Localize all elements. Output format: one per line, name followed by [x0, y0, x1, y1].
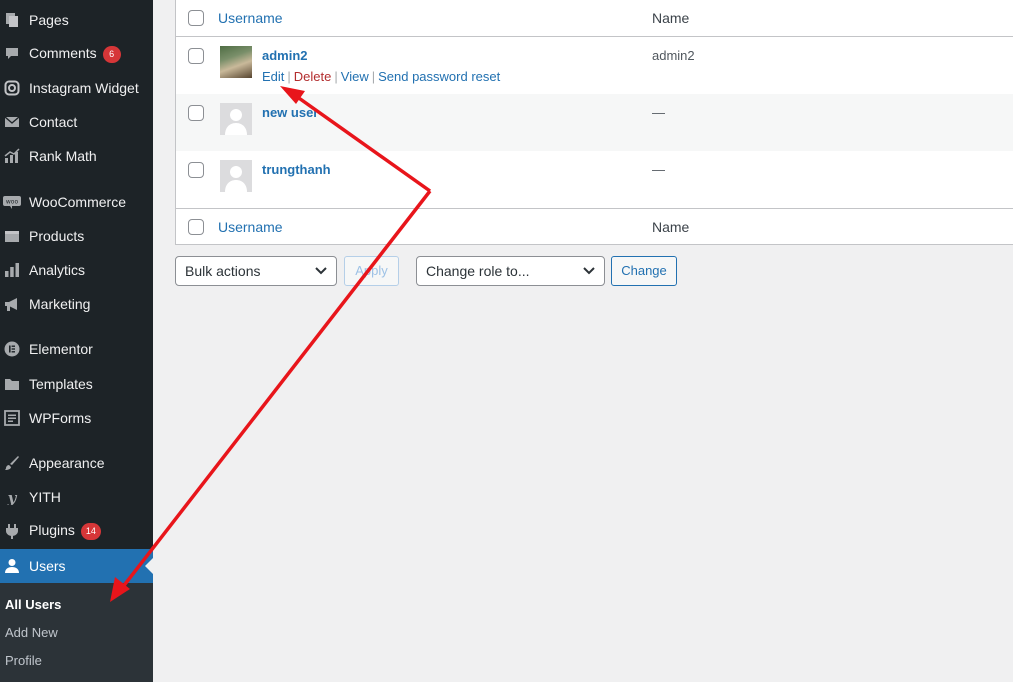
table-row: admin2 admin2 Edit | Delete | View | Send pass…	[176, 37, 1013, 94]
bulk-actions-value: Bulk actions	[185, 263, 261, 279]
table-footer-row: Username Name	[176, 208, 1013, 244]
yith-icon: y	[3, 488, 21, 506]
sidebar-item-label: Appearance	[29, 455, 105, 471]
edit-link[interactable]: Edit	[262, 69, 284, 84]
sidebar-item-pages[interactable]: Pages	[0, 3, 153, 37]
sidebar-item-label: WPForms	[29, 410, 92, 426]
username-link[interactable]: admin2	[262, 48, 308, 63]
wpforms-icon	[3, 409, 21, 427]
mail-icon	[3, 113, 21, 131]
username-column-footer[interactable]: Username	[218, 219, 283, 235]
row-checkbox[interactable]	[188, 48, 204, 64]
sidebar-item-label: Products	[29, 228, 85, 244]
chevron-down-icon	[315, 267, 327, 275]
separator: |	[371, 69, 376, 84]
sidebar-item-label: WooCommerce	[29, 194, 126, 210]
sidebar-item-label: YITH	[29, 489, 61, 505]
view-link[interactable]: View	[341, 69, 369, 84]
name-cell: admin2	[652, 48, 695, 63]
name-cell: —	[652, 162, 665, 177]
users-submenu: All Users Add New Profile	[0, 583, 153, 682]
sidebar-item-marketing[interactable]: Marketing	[0, 287, 153, 321]
sidebar-item-wpforms[interactable]: WPForms	[0, 401, 153, 435]
pages-icon	[3, 11, 21, 29]
sidebar-item-label: Comments	[29, 45, 97, 61]
plugins-count-badge: 14	[80, 523, 101, 540]
change-role-value: Change role to...	[426, 263, 530, 279]
sidebar-item-plugins[interactable]: Plugins 14	[0, 514, 153, 548]
sidebar-item-analytics[interactable]: Analytics	[0, 253, 153, 287]
avatar	[220, 103, 252, 135]
admin-sidebar: Pages Comments 6 Instagram Widget Contact…	[0, 0, 153, 682]
submenu-item-add-new[interactable]: Add New	[5, 625, 58, 640]
analytics-icon	[3, 261, 21, 279]
table-header-row: Username Name	[176, 0, 1013, 37]
select-all-checkbox[interactable]	[188, 10, 204, 26]
username-link[interactable]: new user	[262, 105, 318, 120]
bulk-actions-select[interactable]: Bulk actions	[175, 256, 337, 286]
username-link[interactable]: trungthanh	[262, 162, 331, 177]
sidebar-item-contact[interactable]: Contact	[0, 105, 153, 139]
sidebar-item-label: Templates	[29, 376, 93, 392]
apply-button[interactable]: Apply	[344, 256, 399, 286]
submenu-item-all-users[interactable]: All Users	[5, 597, 61, 612]
folder-icon	[3, 375, 21, 393]
change-role-select[interactable]: Change role to...	[416, 256, 605, 286]
sidebar-item-label: Analytics	[29, 262, 86, 278]
delete-link[interactable]: Delete	[294, 69, 332, 84]
sidebar-item-label: Pages	[29, 12, 69, 28]
name-cell: —	[652, 105, 665, 120]
sidebar-item-woocommerce[interactable]: woo WooCommerce	[0, 185, 153, 219]
avatar	[220, 160, 252, 192]
sidebar-item-label: Plugins	[29, 522, 75, 538]
sidebar-item-label: Elementor	[29, 341, 93, 357]
sidebar-item-label: Users	[29, 558, 66, 574]
sidebar-item-label: Contact	[29, 114, 78, 130]
name-column-header[interactable]: Name	[652, 10, 689, 26]
sidebar-item-templates[interactable]: Templates	[0, 367, 153, 401]
sidebar-item-rank-math[interactable]: Rank Math	[0, 139, 153, 173]
products-icon	[3, 227, 21, 245]
comments-count-badge: 6	[102, 46, 121, 63]
instagram-icon	[3, 79, 21, 97]
rank-math-icon	[3, 147, 21, 165]
sidebar-item-label: Rank Math	[29, 148, 97, 164]
comments-icon	[3, 45, 21, 63]
sidebar-item-users[interactable]: Users	[0, 549, 153, 583]
sidebar-item-products[interactable]: Products	[0, 219, 153, 253]
submenu-item-profile[interactable]: Profile	[5, 653, 42, 668]
change-role-button[interactable]: Change	[611, 256, 677, 286]
users-table: Username Name admin2 admin2 Edit | Delete |…	[175, 0, 1013, 245]
sidebar-item-comments[interactable]: Comments 6	[0, 37, 153, 71]
svg-text:y: y	[7, 489, 18, 505]
elementor-icon	[3, 340, 21, 358]
chevron-down-icon	[583, 267, 595, 275]
avatar	[220, 46, 252, 78]
separator: |	[334, 69, 338, 84]
brush-icon	[3, 454, 21, 472]
sidebar-item-elementor[interactable]: Elementor	[0, 332, 153, 366]
user-icon	[3, 557, 21, 575]
sidebar-item-yith[interactable]: y YITH	[0, 480, 153, 514]
svg-text:woo: woo	[6, 199, 19, 206]
table-row: new user —	[176, 94, 1013, 151]
separator: |	[287, 69, 291, 84]
megaphone-icon	[3, 295, 21, 313]
select-all-checkbox-footer[interactable]	[188, 219, 204, 235]
woocommerce-icon: woo	[3, 193, 21, 211]
table-row: trungthanh —	[176, 151, 1013, 208]
username-column-header[interactable]: Username	[218, 10, 283, 26]
row-checkbox[interactable]	[188, 105, 204, 121]
row-actions: Edit | Delete | View | Send password reset	[262, 69, 500, 84]
sidebar-item-instagram-widget[interactable]: Instagram Widget	[0, 71, 153, 105]
sidebar-item-label: Marketing	[29, 296, 91, 312]
sidebar-item-label: Instagram Widget	[29, 80, 139, 96]
send-password-reset-link[interactable]: Send password reset	[378, 69, 500, 84]
plugin-icon	[3, 522, 21, 540]
row-checkbox[interactable]	[188, 162, 204, 178]
name-column-footer[interactable]: Name	[652, 219, 689, 235]
sidebar-item-appearance[interactable]: Appearance	[0, 446, 153, 480]
annotation-arrow-to-all-users	[120, 189, 432, 590]
